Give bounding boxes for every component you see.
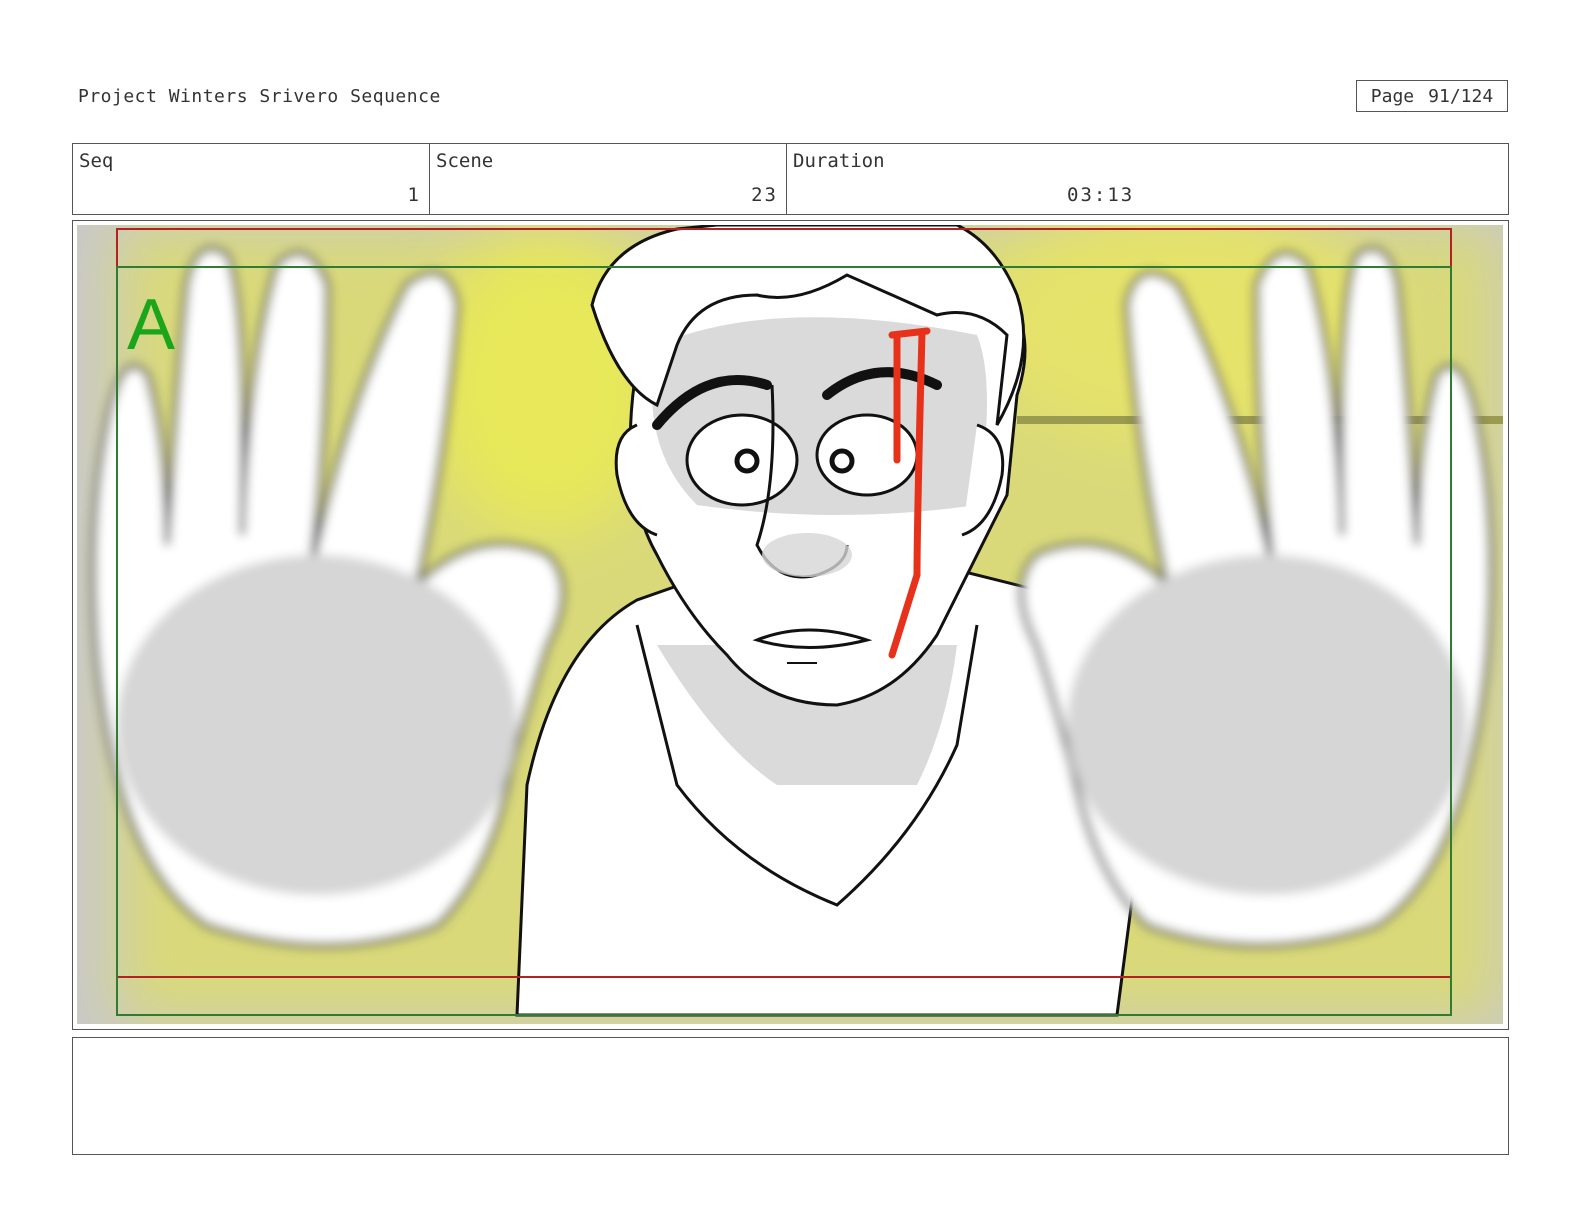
scene-label: Scene — [436, 150, 494, 172]
scene-cell: Scene 23 — [430, 144, 787, 214]
duration-label: Duration — [793, 150, 885, 172]
shot-info-bar: Seq 1 Scene 23 Duration 03:13 — [72, 143, 1509, 215]
scene-value: 23 — [751, 184, 778, 206]
panel-letter: A — [127, 285, 175, 365]
page-label: Page — [1370, 85, 1415, 107]
left-pupil — [734, 448, 760, 474]
storyboard-sketch: A — [77, 225, 1503, 1024]
duration-cell: Duration 03:13 — [787, 144, 1508, 214]
storyboard-panel: A — [72, 220, 1509, 1030]
page-number: 91/124 — [1428, 85, 1494, 107]
right-pupil — [829, 448, 855, 474]
duration-value: 03:13 — [1067, 184, 1135, 206]
page-indicator: Page 91/124 — [1356, 80, 1508, 112]
notes-box[interactable] — [72, 1037, 1509, 1155]
seq-value: 1 — [407, 184, 421, 206]
nose-shadow — [762, 533, 852, 577]
seq-label: Seq — [79, 150, 114, 172]
project-title: Project Winters Srivero Sequence — [78, 86, 441, 107]
seq-cell: Seq 1 — [73, 144, 430, 214]
